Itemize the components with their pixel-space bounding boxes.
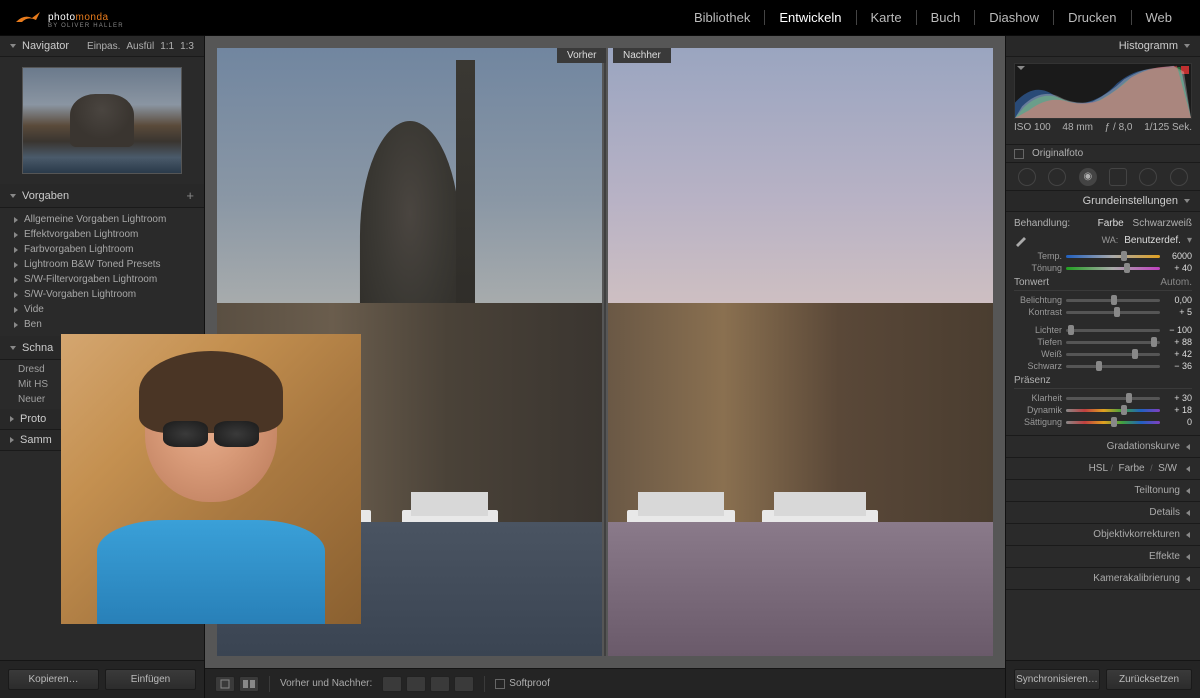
- paste-button[interactable]: Einfügen: [105, 669, 196, 690]
- before-after-mode-label: Vorher und Nachher:: [280, 678, 372, 689]
- tool-strip: ◉: [1006, 163, 1200, 191]
- loupe-view-icon[interactable]: [215, 676, 235, 692]
- contrast-slider[interactable]: [1066, 307, 1160, 317]
- shadows-slider[interactable]: [1066, 337, 1160, 347]
- radial-filter-icon[interactable]: [1139, 168, 1157, 186]
- vibrance-slider[interactable]: [1066, 405, 1160, 415]
- ba-mode-1-icon[interactable]: [382, 676, 402, 692]
- module-develop[interactable]: Entwickeln: [765, 10, 856, 25]
- tonecurve-header[interactable]: Gradationskurve: [1006, 436, 1200, 458]
- nav-zoom-fit[interactable]: Einpas.: [87, 41, 120, 52]
- after-label: Nachher: [613, 48, 671, 63]
- histogram[interactable]: [1014, 63, 1192, 119]
- ba-mode-2-icon[interactable]: [406, 676, 426, 692]
- histo-shutter: 1/125 Sek.: [1144, 122, 1192, 133]
- navigator-header[interactable]: Navigator Einpas. Ausfül 1:1 1:3: [0, 36, 204, 57]
- after-image[interactable]: [608, 48, 993, 656]
- basic-header[interactable]: Grundeinstellungen: [1006, 191, 1200, 212]
- histo-iso: ISO 100: [1014, 122, 1051, 133]
- histogram-header[interactable]: Histogramm: [1006, 36, 1200, 57]
- saturation-slider[interactable]: [1066, 417, 1160, 427]
- preset-folder[interactable]: Effektvorgaben Lightroom: [0, 227, 204, 242]
- temp-slider[interactable]: [1066, 251, 1160, 261]
- nav-zoom-ratio[interactable]: 1:3: [180, 41, 194, 52]
- sync-button[interactable]: Synchronisieren…: [1014, 669, 1100, 690]
- navigator-thumbnail[interactable]: [0, 57, 204, 184]
- treatment-color[interactable]: Farbe: [1098, 218, 1124, 229]
- crop-tool-icon[interactable]: [1018, 168, 1036, 186]
- wb-dropdown[interactable]: Benutzerdef.: [1124, 235, 1181, 246]
- splittone-header[interactable]: Teiltonung: [1006, 480, 1200, 502]
- preset-folder[interactable]: S/W-Vorgaben Lightroom: [0, 287, 204, 302]
- nav-zoom-1-1[interactable]: 1:1: [160, 41, 174, 52]
- wb-picker-icon[interactable]: [1014, 233, 1028, 247]
- bottom-toolbar: Vorher und Nachher: Softproof: [205, 668, 1005, 698]
- treatment-label: Behandlung:: [1014, 218, 1070, 229]
- module-picker: Bibliothek Entwickeln Karte Buch Diashow…: [680, 10, 1186, 25]
- treatment-bw[interactable]: Schwarzweiß: [1133, 218, 1192, 229]
- copy-button[interactable]: Kopieren…: [8, 669, 99, 690]
- preset-folder[interactable]: Farbvorgaben Lightroom: [0, 242, 204, 257]
- calibration-header[interactable]: Kamerakalibrierung: [1006, 568, 1200, 590]
- hsl-header[interactable]: HSL / Farbe / S/W: [1006, 458, 1200, 480]
- logo: photomonda BY OLIVER HALLER: [14, 7, 124, 29]
- logo-icon: [14, 8, 42, 28]
- spot-tool-icon[interactable]: [1048, 168, 1066, 186]
- before-after-lr-icon[interactable]: [239, 676, 259, 692]
- module-web[interactable]: Web: [1132, 10, 1187, 25]
- before-after-divider[interactable]: [604, 48, 606, 656]
- brush-tool-icon[interactable]: [1170, 168, 1188, 186]
- grad-filter-icon[interactable]: [1109, 168, 1127, 186]
- histo-focal: 48 mm: [1062, 122, 1093, 133]
- preset-list: Allgemeine Vorgaben Lightroom Effektvorg…: [0, 208, 204, 336]
- preset-folder[interactable]: Allgemeine Vorgaben Lightroom: [0, 212, 204, 227]
- right-panel: Histogramm ISO 100 48 mm ƒ / 8,0 1/125 S…: [1005, 36, 1200, 698]
- lens-header[interactable]: Objektivkorrekturen: [1006, 524, 1200, 546]
- preset-folder[interactable]: Vide: [0, 302, 204, 317]
- original-photo-toggle[interactable]: Originalfoto: [1006, 145, 1200, 163]
- preset-folder[interactable]: Ben: [0, 317, 204, 332]
- top-bar: photomonda BY OLIVER HALLER Bibliothek E…: [0, 0, 1200, 36]
- whites-slider[interactable]: [1066, 349, 1160, 359]
- ba-mode-4-icon[interactable]: [454, 676, 474, 692]
- module-print[interactable]: Drucken: [1054, 10, 1131, 25]
- ba-mode-3-icon[interactable]: [430, 676, 450, 692]
- tint-slider[interactable]: [1066, 263, 1160, 273]
- module-slideshow[interactable]: Diashow: [975, 10, 1054, 25]
- redeye-tool-icon[interactable]: ◉: [1079, 168, 1097, 186]
- preset-folder[interactable]: Lightroom B&W Toned Presets: [0, 257, 204, 272]
- module-book[interactable]: Buch: [917, 10, 976, 25]
- reset-button[interactable]: Zurücksetzen: [1106, 669, 1192, 690]
- exposure-slider[interactable]: [1066, 295, 1160, 305]
- module-map[interactable]: Karte: [857, 10, 917, 25]
- before-label: Vorher: [557, 48, 606, 63]
- auto-tone-button[interactable]: Autom.: [1160, 277, 1192, 288]
- add-preset-icon[interactable]: +: [186, 188, 194, 203]
- detail-header[interactable]: Details: [1006, 502, 1200, 524]
- module-library[interactable]: Bibliothek: [680, 10, 765, 25]
- histo-aperture: ƒ / 8,0: [1105, 122, 1133, 133]
- highlights-slider[interactable]: [1066, 325, 1160, 335]
- presets-header[interactable]: Vorgaben +: [0, 184, 204, 208]
- effects-header[interactable]: Effekte: [1006, 546, 1200, 568]
- clarity-slider[interactable]: [1066, 393, 1160, 403]
- overlay-portrait: [61, 334, 361, 624]
- nav-zoom-fill[interactable]: Ausfül: [126, 41, 154, 52]
- softproof-checkbox[interactable]: Softproof: [495, 678, 550, 689]
- preset-folder[interactable]: S/W-Filtervorgaben Lightroom: [0, 272, 204, 287]
- blacks-slider[interactable]: [1066, 361, 1160, 371]
